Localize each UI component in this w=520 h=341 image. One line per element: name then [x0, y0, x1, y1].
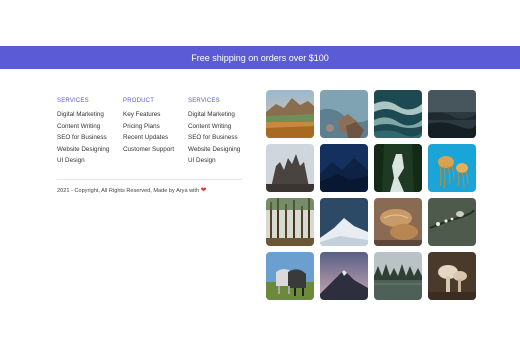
column-title: SERVICES [57, 98, 89, 104]
bread-photo [374, 198, 422, 246]
footer-column-services-2: SERVICES Digital Marketing Content Writi… [188, 97, 240, 167]
heart-icon: ❤ [200, 187, 207, 194]
gallery-photo[interactable] [428, 252, 476, 300]
gallery-photo[interactable] [374, 252, 422, 300]
gallery-photo[interactable] [266, 198, 314, 246]
footer-column-services: SERVICES Digital Marketing Content Writi… [57, 97, 109, 167]
footer-link[interactable]: Recent Updates [123, 132, 174, 144]
snow-peak-photo [320, 198, 368, 246]
footer-link[interactable]: UI Design [188, 155, 240, 167]
jellyfish-photo [428, 144, 476, 192]
night-mountains-photo [320, 144, 368, 192]
footer-link[interactable]: Website Designing [57, 144, 109, 156]
footer-link[interactable]: Website Designing [188, 144, 240, 156]
footer-column-product: PRODUCT Key Features Pricing Plans Recen… [123, 97, 174, 155]
gallery-photo[interactable] [374, 90, 422, 138]
column-title: PRODUCT [123, 98, 155, 104]
mushrooms-photo [428, 252, 476, 300]
footer-link[interactable]: Key Features [123, 109, 174, 121]
gallery-photo[interactable] [374, 198, 422, 246]
promo-banner-text: Free shipping on orders over $100 [191, 52, 329, 63]
lake-trees-photo [374, 252, 422, 300]
gallery-photo[interactable] [320, 90, 368, 138]
rock-peaks-photo [266, 144, 314, 192]
copyright-text: 2021 - Copyright, All Rights Reserved, M… [57, 186, 207, 194]
footer-link[interactable]: UI Design [57, 155, 109, 167]
promo-banner: Free shipping on orders over $100 [0, 46, 520, 69]
stormy-sea-photo [428, 90, 476, 138]
gallery-photo[interactable] [320, 144, 368, 192]
copyright-label: 2021 - Copyright, All Rights Reserved, M… [57, 188, 200, 194]
footer-divider [57, 179, 242, 180]
gallery-photo[interactable] [428, 90, 476, 138]
gallery-photo[interactable] [320, 198, 368, 246]
mountain-lake-photo [266, 90, 314, 138]
gallery-photo[interactable] [266, 144, 314, 192]
horses-photo [266, 252, 314, 300]
footer-link[interactable]: Pricing Plans [123, 121, 174, 133]
footer-link[interactable]: Digital Marketing [57, 109, 109, 121]
gallery-photo[interactable] [266, 252, 314, 300]
rocky-coast-photo [320, 90, 368, 138]
footer-link[interactable]: SEO for Business [188, 132, 240, 144]
column-title: SERVICES [188, 98, 220, 104]
footer-link[interactable]: Digital Marketing [188, 109, 240, 121]
footer-link[interactable]: Content Writing [57, 121, 109, 133]
footer-link[interactable]: Customer Support [123, 144, 174, 156]
forest-river-photo [374, 144, 422, 192]
pine-forest-photo [266, 198, 314, 246]
footer-link[interactable]: Content Writing [188, 121, 240, 133]
gallery-photo[interactable] [374, 144, 422, 192]
gallery-photo[interactable] [266, 90, 314, 138]
bird-on-branch-photo [428, 198, 476, 246]
dusk-mountain-photo [320, 252, 368, 300]
gallery-photo[interactable] [320, 252, 368, 300]
gallery-photo[interactable] [428, 144, 476, 192]
photo-gallery [266, 90, 476, 300]
gallery-photo[interactable] [428, 198, 476, 246]
waves-photo [374, 90, 422, 138]
footer-link[interactable]: SEO for Business [57, 132, 109, 144]
